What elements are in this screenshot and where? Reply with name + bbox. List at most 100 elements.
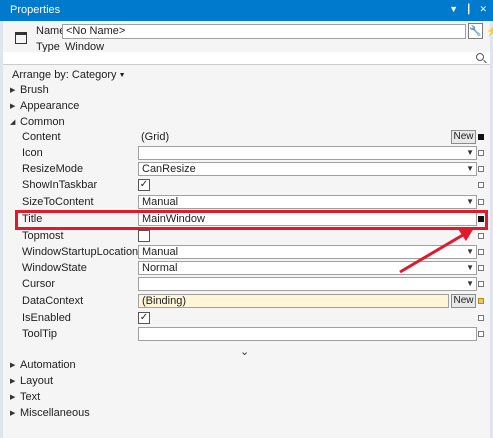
property-marker-icon[interactable] (478, 249, 484, 255)
pin-icon[interactable]: ┃ (466, 4, 471, 15)
chevron-down-icon: ▼ (466, 164, 474, 173)
category-label: Layout (20, 375, 54, 387)
category-layout[interactable]: ▶ Layout (10, 374, 53, 388)
property-marker-icon[interactable] (478, 315, 484, 321)
expand-arrow-icon: ▶ (10, 378, 16, 385)
expand-arrow-icon: ▶ (10, 87, 16, 94)
panel-title: Properties (10, 4, 61, 16)
category-label: Common (20, 116, 65, 128)
expand-arrow-icon: ▶ (10, 103, 16, 110)
property-marker-icon[interactable] (478, 298, 484, 304)
chevron-down-icon: ▼ (466, 197, 474, 206)
showintaskbar-checkbox[interactable]: ✓ (138, 179, 150, 191)
resizemode-select[interactable]: CanResize ▼ (138, 162, 477, 176)
content-value: (Grid) (141, 131, 170, 143)
sizetocontent-value: Manual (142, 196, 179, 208)
property-row-resizemode: ResizeMode CanResize ▼ (3, 161, 487, 177)
property-row-content: Content (Grid) New (3, 129, 487, 145)
show-advanced-chevron-icon[interactable]: ⌄ (240, 345, 249, 358)
property-marker-icon[interactable] (478, 331, 484, 337)
arrange-by-dropdown[interactable]: Arrange by: Category ▼ (12, 69, 126, 81)
name-field[interactable]: <No Name> (62, 24, 466, 39)
category-text[interactable]: ▶ Text (10, 390, 40, 404)
search-input[interactable] (3, 52, 490, 65)
property-row-datacontext: DataContext (Binding) New (3, 293, 487, 309)
property-row-sizetocontent: SizeToContent Manual ▼ (3, 194, 487, 210)
isenabled-checkbox[interactable]: ✓ (138, 312, 150, 324)
chevron-down-icon: ▼ (118, 71, 126, 79)
property-label: Icon (22, 147, 43, 159)
property-label: ShowInTaskbar (22, 179, 98, 191)
properties-titlebar: Properties ▼ ┃ ✕ (0, 0, 493, 21)
property-label: IsEnabled (22, 312, 71, 324)
datacontext-input[interactable]: (Binding) (138, 294, 449, 308)
property-row-topmost: Topmost (3, 228, 487, 244)
expand-arrow-icon: ▶ (10, 394, 16, 401)
property-label: WindowStartupLocation (22, 246, 139, 258)
properties-view-button[interactable]: 🔧 (468, 23, 483, 39)
category-label: Appearance (20, 100, 80, 112)
expand-arrow-icon: ▶ (10, 362, 16, 369)
property-marker-icon[interactable] (478, 233, 484, 239)
property-marker-icon[interactable] (478, 166, 484, 172)
category-common[interactable]: ◢ Common (10, 115, 65, 129)
category-label: Brush (20, 84, 49, 96)
property-label: ResizeMode (22, 163, 84, 175)
arrange-label: Arrange by: Category (12, 69, 117, 81)
window-icon (15, 32, 27, 44)
chevron-down-icon: ▼ (466, 279, 474, 288)
chevron-down-icon: ▼ (466, 148, 474, 157)
cursor-select[interactable]: ▼ (138, 277, 477, 291)
resizemode-value: CanResize (142, 163, 196, 175)
windowstartuplocation-select[interactable]: Manual ▼ (138, 245, 477, 259)
property-label: WindowState (22, 262, 87, 274)
property-marker-icon[interactable] (478, 199, 484, 205)
property-row-isenabled: IsEnabled ✓ (3, 310, 487, 326)
category-miscellaneous[interactable]: ▶ Miscellaneous (10, 406, 90, 420)
close-icon[interactable]: ✕ (479, 4, 487, 15)
windowstate-value: Normal (142, 262, 178, 274)
name-label: Name (36, 25, 66, 37)
property-label: Content (22, 131, 61, 143)
chevron-down-icon: ▼ (466, 247, 474, 256)
property-label: Cursor (22, 278, 56, 290)
category-label: Automation (20, 359, 76, 371)
property-marker-icon[interactable] (478, 281, 484, 287)
category-label: Miscellaneous (20, 407, 90, 419)
content-new-button[interactable]: New (451, 130, 476, 144)
lightning-icon: ⚡ (486, 25, 493, 37)
property-row-icon: Icon ▼ (3, 145, 487, 161)
collapse-arrow-icon: ◢ (10, 119, 16, 126)
dropdown-icon[interactable]: ▼ (449, 4, 458, 15)
wrench-icon: 🔧 (469, 25, 482, 37)
title-row-highlight (15, 210, 488, 230)
sizetocontent-select[interactable]: Manual ▼ (138, 195, 477, 209)
property-label: SizeToContent (22, 196, 94, 208)
icon-combobox[interactable]: ▼ (138, 146, 477, 160)
topmost-checkbox[interactable] (138, 230, 150, 242)
windowstartuplocation-value: Manual (142, 246, 179, 258)
category-appearance[interactable]: ▶ Appearance (10, 99, 79, 113)
windowstate-select[interactable]: Normal ▼ (138, 261, 477, 275)
chevron-down-icon: ▼ (466, 263, 474, 272)
property-row-tooltip: ToolTip (3, 326, 487, 342)
property-label: Topmost (22, 230, 64, 242)
search-icon (476, 53, 484, 61)
property-label: DataContext (22, 295, 84, 307)
property-marker-icon[interactable] (478, 182, 484, 188)
property-label: ToolTip (22, 328, 58, 340)
datacontext-value: (Binding) (142, 295, 187, 307)
property-row-windowstartuplocation: WindowStartupLocation Manual ▼ (3, 244, 487, 260)
category-label: Text (20, 391, 41, 403)
events-view-button[interactable]: ⚡ (485, 23, 493, 39)
category-brush[interactable]: ▶ Brush (10, 83, 49, 97)
tooltip-input[interactable] (138, 327, 477, 341)
property-marker-icon[interactable] (478, 265, 484, 271)
property-row-showintaskbar: ShowInTaskbar ✓ (3, 177, 487, 193)
category-automation[interactable]: ▶ Automation (10, 358, 76, 372)
property-row-windowstate: WindowState Normal ▼ (3, 260, 487, 276)
property-marker-icon[interactable] (478, 150, 484, 156)
property-marker-icon[interactable] (478, 134, 484, 140)
property-row-cursor: Cursor ▼ (3, 276, 487, 292)
datacontext-new-button[interactable]: New (451, 294, 476, 308)
